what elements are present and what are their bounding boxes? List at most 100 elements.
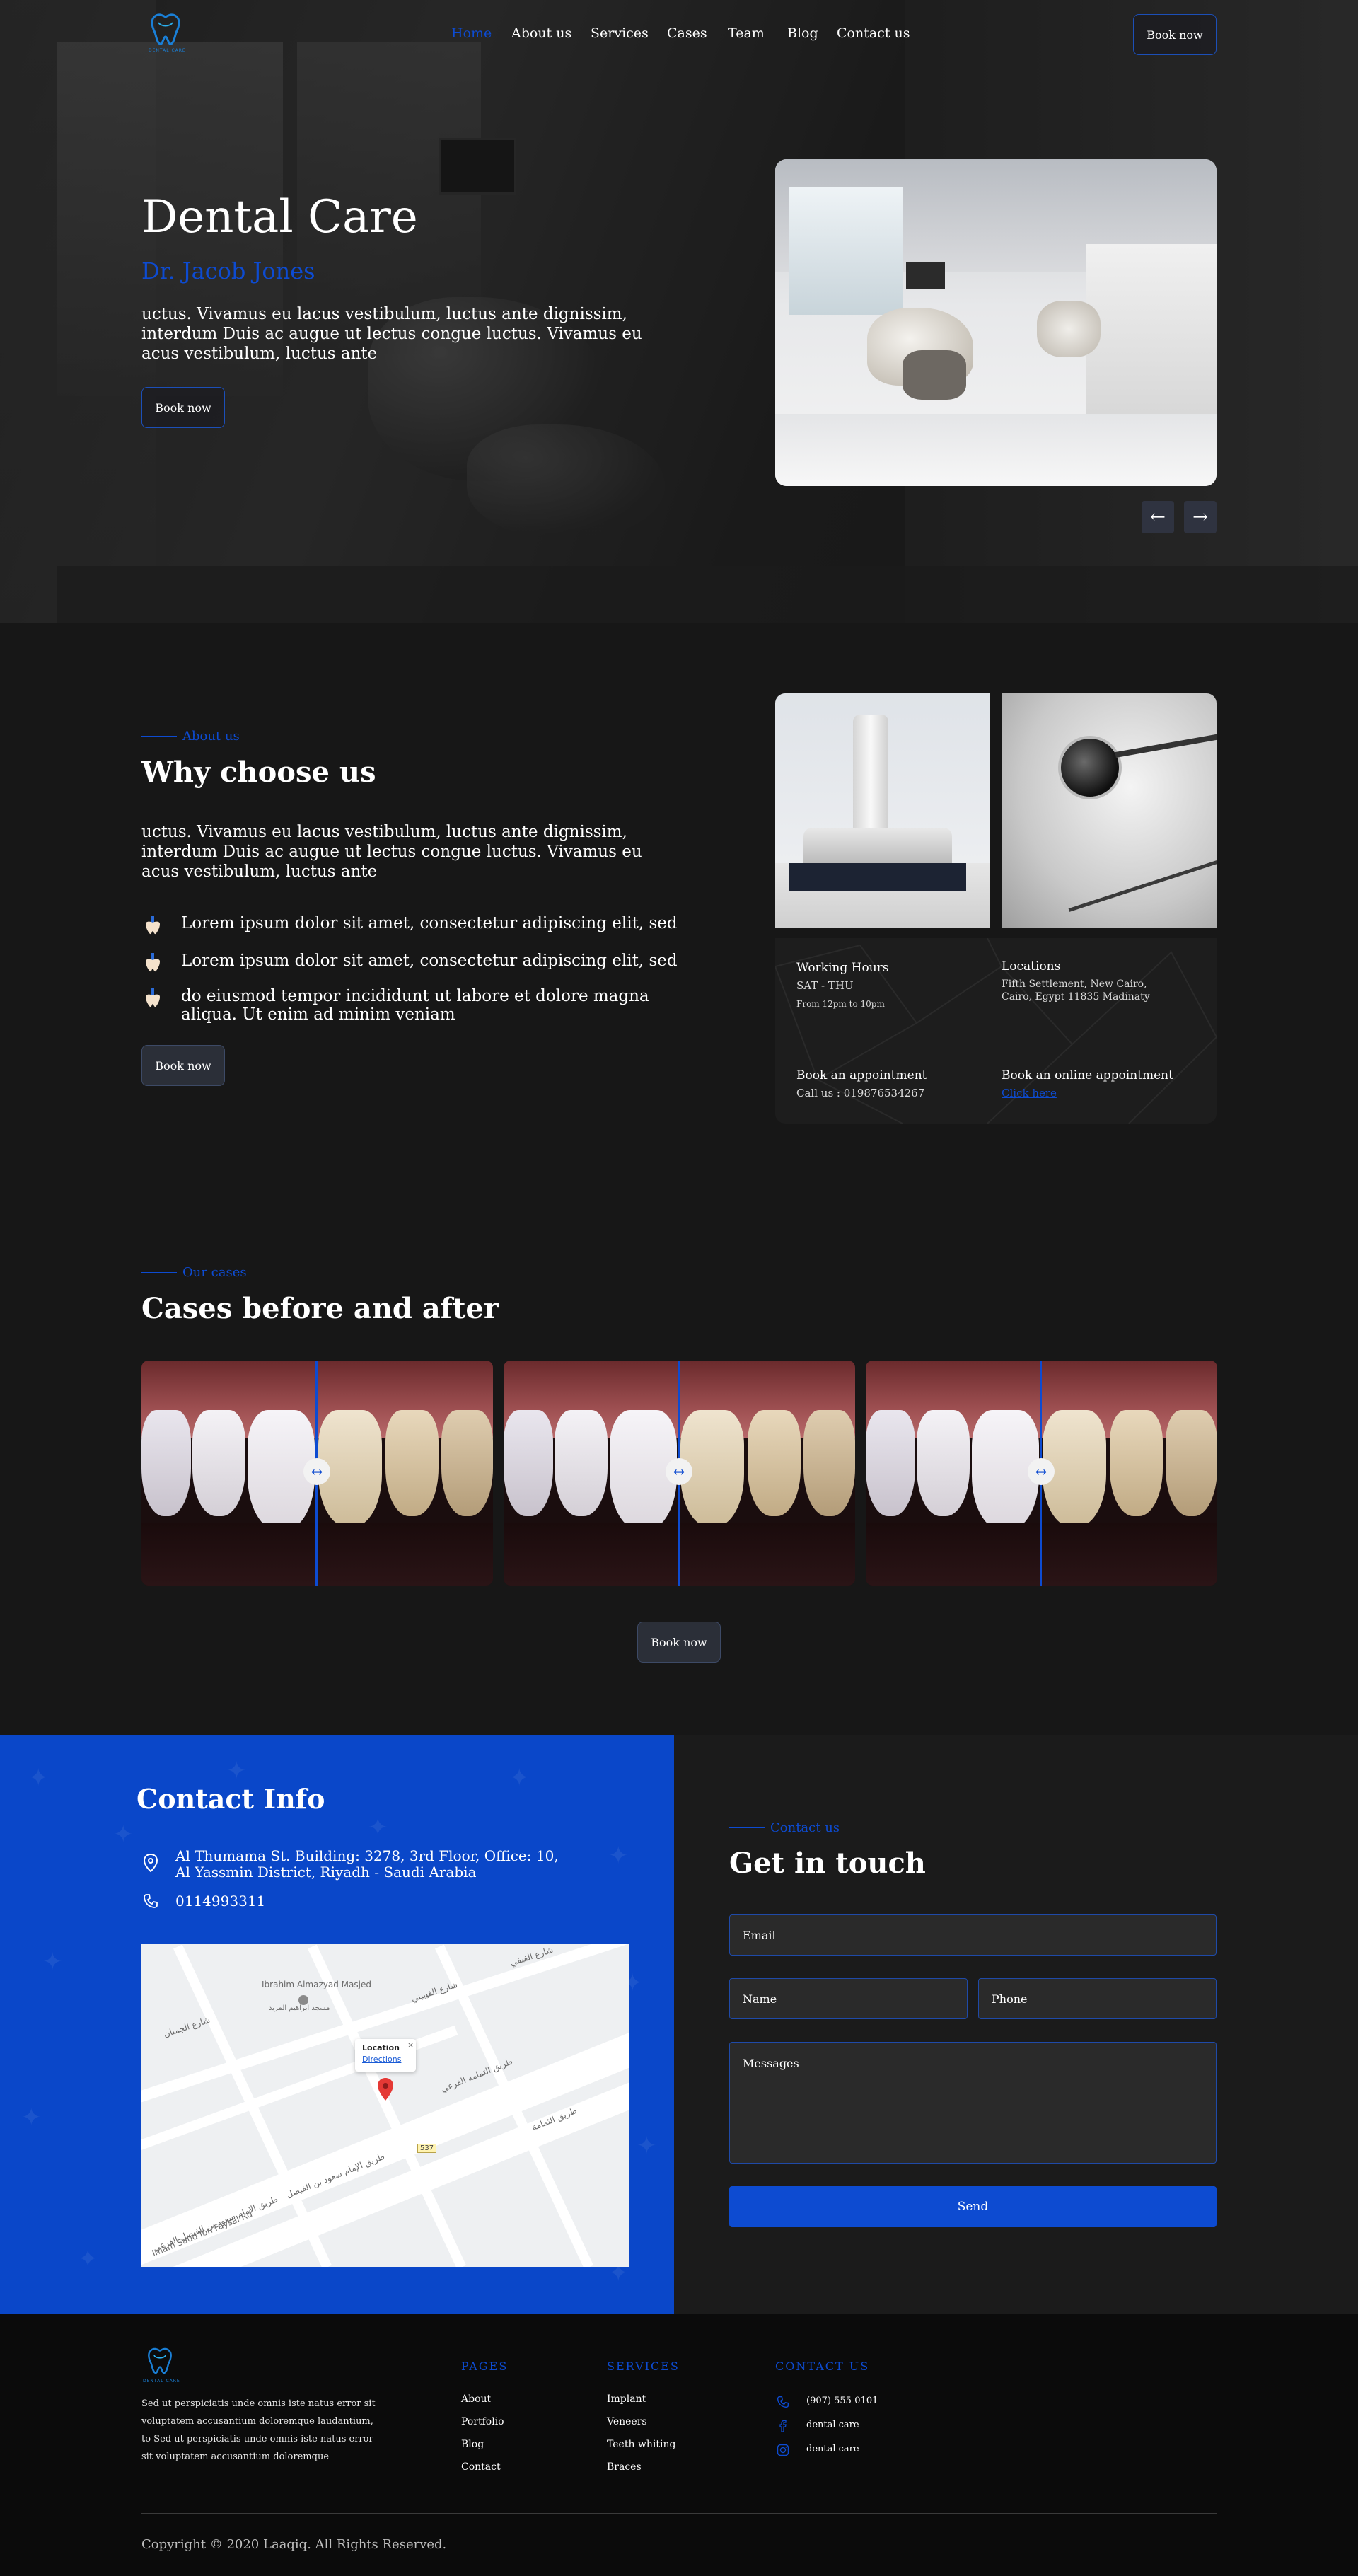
compare-arrows-icon: ↔ bbox=[1035, 1463, 1047, 1480]
dental-mirror bbox=[1058, 736, 1122, 799]
nav-book-now-button[interactable]: Book now bbox=[1133, 14, 1217, 55]
arrow-left-icon: ← bbox=[1150, 507, 1166, 528]
about-text: uctus. Vivamus eu lacus vestibulum, luct… bbox=[141, 823, 642, 881]
star-decoration: ✦ bbox=[42, 1948, 63, 1976]
case-slider-handle[interactable]: ↔ bbox=[1028, 1458, 1055, 1485]
close-icon[interactable]: × bbox=[407, 2040, 414, 2050]
nav-about-us[interactable]: About us bbox=[511, 25, 571, 41]
hero-text: uctus. Vivamus eu lacus vestibulum, luct… bbox=[141, 305, 642, 363]
arrow-right-icon: → bbox=[1192, 507, 1208, 528]
clinic-chair-2 bbox=[1037, 301, 1101, 357]
footer-logo[interactable]: DENTAL CARE bbox=[141, 2346, 184, 2389]
hero-section: DENTAL CARE Home About us Services Cases… bbox=[0, 0, 1358, 623]
feature-text: Lorem ipsum dolor sit amet, consectetur … bbox=[181, 952, 678, 970]
logo[interactable]: DENTAL CARE bbox=[147, 11, 185, 53]
case-tooth bbox=[192, 1410, 245, 1516]
footer-link-teeth-whiting[interactable]: Teeth whiting bbox=[607, 2439, 675, 2450]
email-field[interactable]: Email bbox=[729, 1914, 1217, 1956]
case-slider-handle[interactable]: ↔ bbox=[666, 1458, 692, 1485]
feature-text: Lorem ipsum dolor sit amet, consectetur … bbox=[181, 914, 678, 932]
footer-link-contact[interactable]: Contact bbox=[461, 2461, 501, 2473]
hero-prev-button[interactable]: ← bbox=[1142, 501, 1174, 533]
facebook-icon bbox=[779, 2420, 787, 2432]
nav-home[interactable]: Home bbox=[451, 25, 492, 41]
footer-link-portfolio[interactable]: Portfolio bbox=[461, 2416, 504, 2427]
appointment-label: Book an appointment bbox=[796, 1068, 927, 1082]
contact-address: Al Thumama St. Building: 3278, 3rd Floor… bbox=[175, 1847, 559, 1881]
appointment-text: Call us : 019876534267 bbox=[796, 1087, 925, 1099]
map-place-name-ar: مسجد ابراهيم المزيد bbox=[269, 2004, 330, 2012]
star-decoration: ✦ bbox=[21, 2103, 42, 2132]
info-card: Working Hours SAT - THU From 12pm to 10p… bbox=[775, 938, 1217, 1124]
footer-link-veneers[interactable]: Veneers bbox=[607, 2416, 647, 2427]
hero-book-now-button[interactable]: Book now bbox=[141, 387, 225, 428]
case-tooth bbox=[555, 1410, 608, 1516]
clinic-floor bbox=[775, 414, 1217, 486]
online-appointment-link[interactable]: Click here bbox=[1002, 1087, 1057, 1099]
star-decoration: ✦ bbox=[608, 1842, 629, 1870]
map-place-name: Ibrahim Almazyad Masjed bbox=[262, 1980, 371, 1989]
feature-item: Lorem ipsum dolor sit amet, consectetur … bbox=[141, 914, 679, 937]
about-book-now-button[interactable]: Book now bbox=[141, 1045, 225, 1086]
case-tooth bbox=[917, 1410, 970, 1516]
case-tooth bbox=[441, 1410, 493, 1516]
footer-facebook[interactable]: dental care bbox=[806, 2420, 859, 2430]
tooth-logo-icon bbox=[148, 2347, 172, 2374]
footer-link-about[interactable]: About bbox=[461, 2393, 491, 2405]
nav-blog[interactable]: Blog bbox=[787, 25, 818, 41]
case-slider-handle[interactable]: ↔ bbox=[303, 1458, 330, 1485]
map-popup: Location Directions × bbox=[355, 2039, 416, 2072]
feature-item: Lorem ipsum dolor sit amet, consectetur … bbox=[141, 952, 679, 974]
case-card: ↔ bbox=[141, 1361, 493, 1586]
location-map[interactable]: شارع الفيفي شارع الجميان شارع الفيبيني ط… bbox=[141, 1944, 629, 2267]
case-tooth bbox=[1110, 1410, 1163, 1516]
footer-pages-heading: PAGES bbox=[461, 2360, 509, 2373]
hours-time: From 12pm to 10pm bbox=[796, 999, 885, 1009]
footer-link-implant[interactable]: Implant bbox=[607, 2393, 646, 2405]
nav-contact-us[interactable]: Contact us bbox=[837, 25, 910, 41]
cases-book-now-button[interactable]: Book now bbox=[637, 1622, 721, 1663]
case-tooth bbox=[866, 1410, 915, 1516]
clinic-chair-seat bbox=[903, 350, 966, 400]
star-decoration: ✦ bbox=[28, 1764, 49, 1792]
nav-cases[interactable]: Cases bbox=[667, 25, 707, 41]
locations-text: Fifth Settlement, New Cairo, Cairo, Egyp… bbox=[1002, 978, 1150, 1003]
online-appointment-label: Book an online appointment bbox=[1002, 1068, 1173, 1082]
about-title: Why choose us bbox=[141, 756, 376, 789]
hero-image bbox=[775, 159, 1217, 486]
map-directions-link[interactable]: Directions bbox=[362, 2055, 401, 2064]
footer-link-braces[interactable]: Braces bbox=[607, 2461, 642, 2473]
name-field[interactable]: Name bbox=[729, 1978, 968, 2019]
about-image-equipment bbox=[775, 693, 990, 928]
location-pin-icon bbox=[143, 1854, 158, 1872]
contact-form-title: Get in touch bbox=[729, 1847, 926, 1880]
footer-phone[interactable]: (907) 555-0101 bbox=[806, 2396, 878, 2406]
case-tooth bbox=[748, 1410, 801, 1516]
logo-text: DENTAL CARE bbox=[149, 48, 186, 53]
hero-next-button[interactable]: → bbox=[1184, 501, 1217, 533]
contact-phone: 0114993311 bbox=[175, 1893, 266, 1910]
star-decoration: ✦ bbox=[78, 2245, 98, 2273]
hero-subtitle: Dr. Jacob Jones bbox=[141, 258, 315, 284]
tooth-brush-icon bbox=[146, 916, 160, 935]
star-decoration: ✦ bbox=[509, 1764, 530, 1792]
clinic-cabinet bbox=[1086, 244, 1217, 428]
tooth-brush-icon bbox=[146, 988, 160, 1007]
nav-services[interactable]: Services bbox=[591, 25, 649, 41]
send-button[interactable]: Send bbox=[729, 2186, 1217, 2227]
footer-instagram[interactable]: dental care bbox=[806, 2444, 859, 2454]
messages-field[interactable]: Messages bbox=[729, 2042, 1217, 2164]
about-image-mirror bbox=[1002, 693, 1217, 928]
contact-eyebrow-text: Contact us bbox=[770, 1820, 840, 1835]
footer-logo-text: DENTAL CARE bbox=[143, 2379, 180, 2384]
cases-eyebrow: Our cases bbox=[141, 1265, 247, 1280]
footer-link-blog[interactable]: Blog bbox=[461, 2439, 484, 2450]
phone-field[interactable]: Phone bbox=[978, 1978, 1217, 2019]
dental-probe bbox=[1068, 860, 1217, 912]
star-decoration: ✦ bbox=[637, 2132, 657, 2160]
case-tooth bbox=[803, 1410, 855, 1516]
hours-label: Working Hours bbox=[796, 961, 889, 975]
tooth-brush-icon bbox=[146, 953, 160, 972]
nav-team[interactable]: Team bbox=[728, 25, 765, 41]
map-pin-icon[interactable] bbox=[377, 2077, 394, 2101]
